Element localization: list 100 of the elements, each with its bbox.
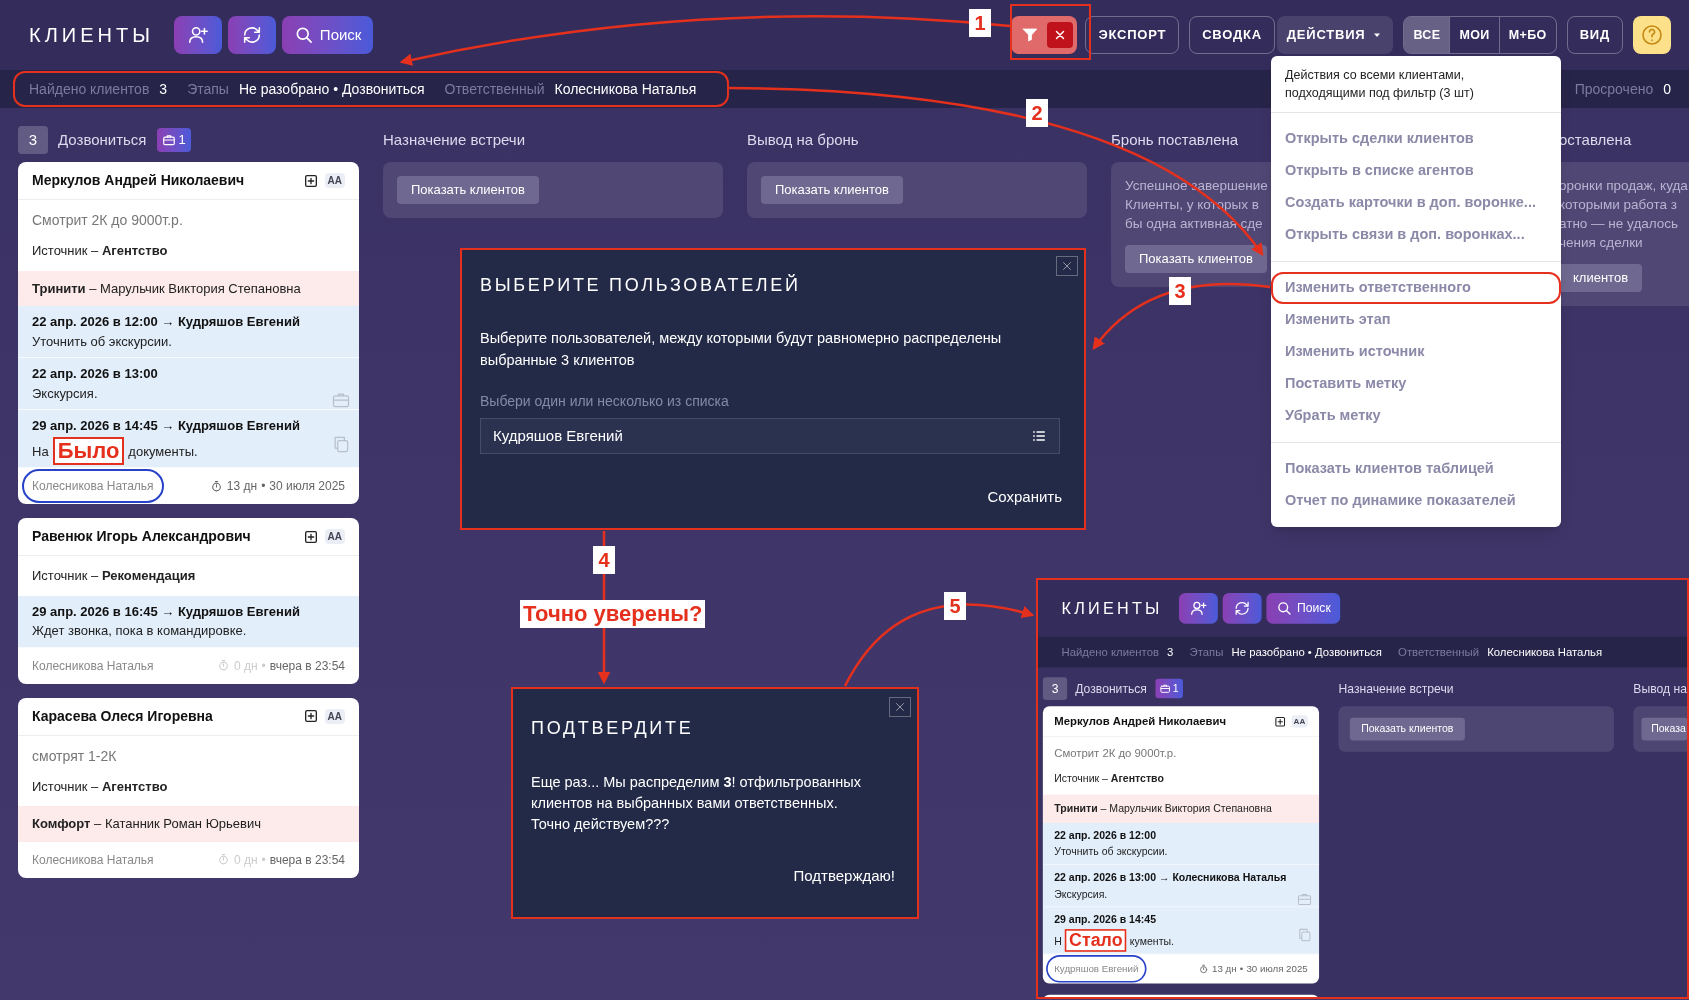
owner-name: Колесникова Наталья xyxy=(32,851,154,869)
help-button[interactable] xyxy=(1633,16,1671,54)
client-source: Источник – Агентство xyxy=(31,242,169,260)
timer-icon xyxy=(216,853,230,866)
task-text-fragment: кументы. xyxy=(1129,933,1174,949)
scope-tab[interactable]: ВСЕ xyxy=(1404,17,1450,53)
deals-badge: 1 xyxy=(1155,678,1183,699)
header-button[interactable]: ЭКСПОРТ xyxy=(1085,16,1180,54)
partner-row: Комфорт – Катанник Роман Юрьевич xyxy=(18,806,359,842)
close-button[interactable] xyxy=(1056,256,1078,276)
user-plus-icon xyxy=(186,24,209,46)
client-name: Карасева Олеся Игоревна xyxy=(32,706,213,726)
filter-icon xyxy=(1021,26,1040,44)
partner-row: Тринити – Марульчик Виктория Степановна xyxy=(18,270,359,306)
plus-icon xyxy=(1273,714,1287,728)
actions-dropdown[interactable]: ДЕЙСТВИЯ xyxy=(1276,16,1394,54)
initials-badge: AA xyxy=(324,708,345,724)
show-clients-button[interactable]: Показать клиентов xyxy=(1349,717,1465,741)
task-text: Экскурсия. xyxy=(32,384,98,403)
header-button[interactable]: СВОДКА xyxy=(1189,16,1275,54)
client-name: Меркулов Андрей Николаевич xyxy=(32,171,245,190)
task-text-fragment: Н xyxy=(1054,933,1062,949)
active-filter-button[interactable] xyxy=(1011,16,1078,54)
step-number: 2 xyxy=(1026,99,1048,127)
owner-name: Кудряшов Евгений xyxy=(1046,955,1147,983)
menu-item[interactable]: Изменить этап xyxy=(1271,304,1561,336)
stage-title: Вывод на бронь xyxy=(747,129,859,150)
step-number: 4 xyxy=(593,546,615,574)
initials-badge: AA xyxy=(324,529,345,544)
stage-title: оставлена xyxy=(1559,129,1632,150)
show-clients-button[interactable]: Показа xyxy=(1641,717,1687,741)
stage-title: Назначение встречи xyxy=(1338,680,1454,698)
add-client-button[interactable] xyxy=(1178,592,1218,624)
separator-dot: • xyxy=(261,851,266,869)
initials-badge: AA xyxy=(1291,715,1308,728)
filter-value: 3 xyxy=(159,79,168,99)
menu-item[interactable]: Создать карточки в доп. воронке... xyxy=(1271,187,1561,219)
client-name: Меркулов Андрей Николаевич xyxy=(1054,713,1227,730)
description-line: которыми работа з xyxy=(1559,196,1678,214)
dialog-text: Еще раз... Мы распределим 3! отфильтрованных клиентов на выбранных вами ответственных. Точно действуем??? xyxy=(531,773,862,834)
add-client-button[interactable] xyxy=(173,16,222,54)
search-button[interactable]: Поиск xyxy=(281,16,374,54)
initials-badge: AA xyxy=(324,173,345,188)
card-date: 30 июля 2025 xyxy=(1246,962,1308,977)
task-title: 22 апр. 2026 в 13:00 → Колесникова Наталья xyxy=(1054,870,1288,886)
owner-name: Колесникова Наталья xyxy=(32,657,154,675)
task-title: 29 апр. 2026 в 16:45 → Кудряшов Евгений xyxy=(32,602,301,621)
menu-item[interactable]: Открыть в списке агентов xyxy=(1271,155,1561,187)
plus-icon xyxy=(302,708,319,724)
menu-item[interactable]: Убрать метку xyxy=(1271,400,1561,432)
dialog-title: ПОДТВЕРДИТЕ xyxy=(531,717,695,740)
list-icon xyxy=(1031,428,1047,444)
briefcase-icon xyxy=(1296,891,1313,908)
scope-tab[interactable]: МОИ xyxy=(1449,17,1499,53)
show-clients-button[interactable]: Показать клиентов xyxy=(397,176,539,204)
description-line: оронки продаж, куда xyxy=(1559,177,1688,195)
menu-item[interactable]: Отчет по динамике показателей xyxy=(1271,485,1561,517)
plus-icon xyxy=(302,172,319,189)
menu-item[interactable]: Изменить ответственного xyxy=(1271,272,1561,304)
show-clients-button[interactable]: Показать клиентов xyxy=(761,176,903,204)
plus-icon xyxy=(302,528,319,545)
show-clients-button[interactable]: Показать клиентов xyxy=(1125,245,1267,273)
filter-value: Колесникова Наталья xyxy=(1487,644,1603,661)
task-title: 22 апр. 2026 в 13:00 xyxy=(32,365,159,383)
confirm-button[interactable]: Подтверждаю! xyxy=(793,865,895,888)
task-text: Экскурсия. xyxy=(1054,886,1108,902)
show-clients-button[interactable]: клиентов xyxy=(1559,264,1643,292)
menu-heading: Действия со всеми клиентами, подходящими под фильтр (3 шт) xyxy=(1284,67,1475,102)
card-date: вчера в 23:54 xyxy=(269,851,345,869)
filter-label: Этапы xyxy=(187,79,229,99)
menu-item[interactable]: Поставить метку xyxy=(1271,368,1561,400)
annotation-label: Было xyxy=(52,437,125,466)
step-number: 1 xyxy=(969,9,991,37)
close-icon xyxy=(893,700,907,714)
users-select-field[interactable]: Кудряшов Евгений xyxy=(480,418,1060,454)
refresh-button[interactable] xyxy=(227,16,276,54)
view-button[interactable]: ВИД xyxy=(1566,16,1623,54)
menu-item[interactable]: Открыть сделки клиентов xyxy=(1271,123,1561,155)
copy-icon xyxy=(1296,926,1313,943)
refresh-button[interactable] xyxy=(1222,592,1262,624)
stage-count: 3 xyxy=(18,126,48,154)
client-source: Источник – Агентство xyxy=(1053,770,1165,787)
stage-title: Бронь поставлена xyxy=(1111,129,1239,150)
help-icon xyxy=(1640,23,1664,47)
separator-dot: • xyxy=(261,478,266,495)
scope-tab[interactable]: М+БО xyxy=(1498,17,1556,53)
search-button[interactable]: Поиск xyxy=(1266,592,1341,624)
menu-item[interactable]: Открыть связи в доп. воронках... xyxy=(1271,219,1561,251)
stage-title: Дозвониться xyxy=(58,129,147,150)
save-button[interactable]: Сохранить xyxy=(987,486,1062,509)
card-date: 30 июля 2025 xyxy=(269,478,345,495)
menu-item[interactable]: Изменить источник xyxy=(1271,336,1561,368)
timer-text: 13 дн xyxy=(1212,962,1237,977)
client-note: Смотрит 2К до 9000т.р. xyxy=(31,211,184,230)
filter-label: Этапы xyxy=(1189,644,1224,661)
menu-item[interactable]: Показать клиентов таблицей xyxy=(1271,453,1561,485)
clear-filter-button[interactable] xyxy=(1047,22,1074,48)
filter-value: Колесникова Наталья xyxy=(554,79,697,99)
briefcase-icon xyxy=(1159,682,1171,695)
close-button[interactable] xyxy=(889,697,911,717)
